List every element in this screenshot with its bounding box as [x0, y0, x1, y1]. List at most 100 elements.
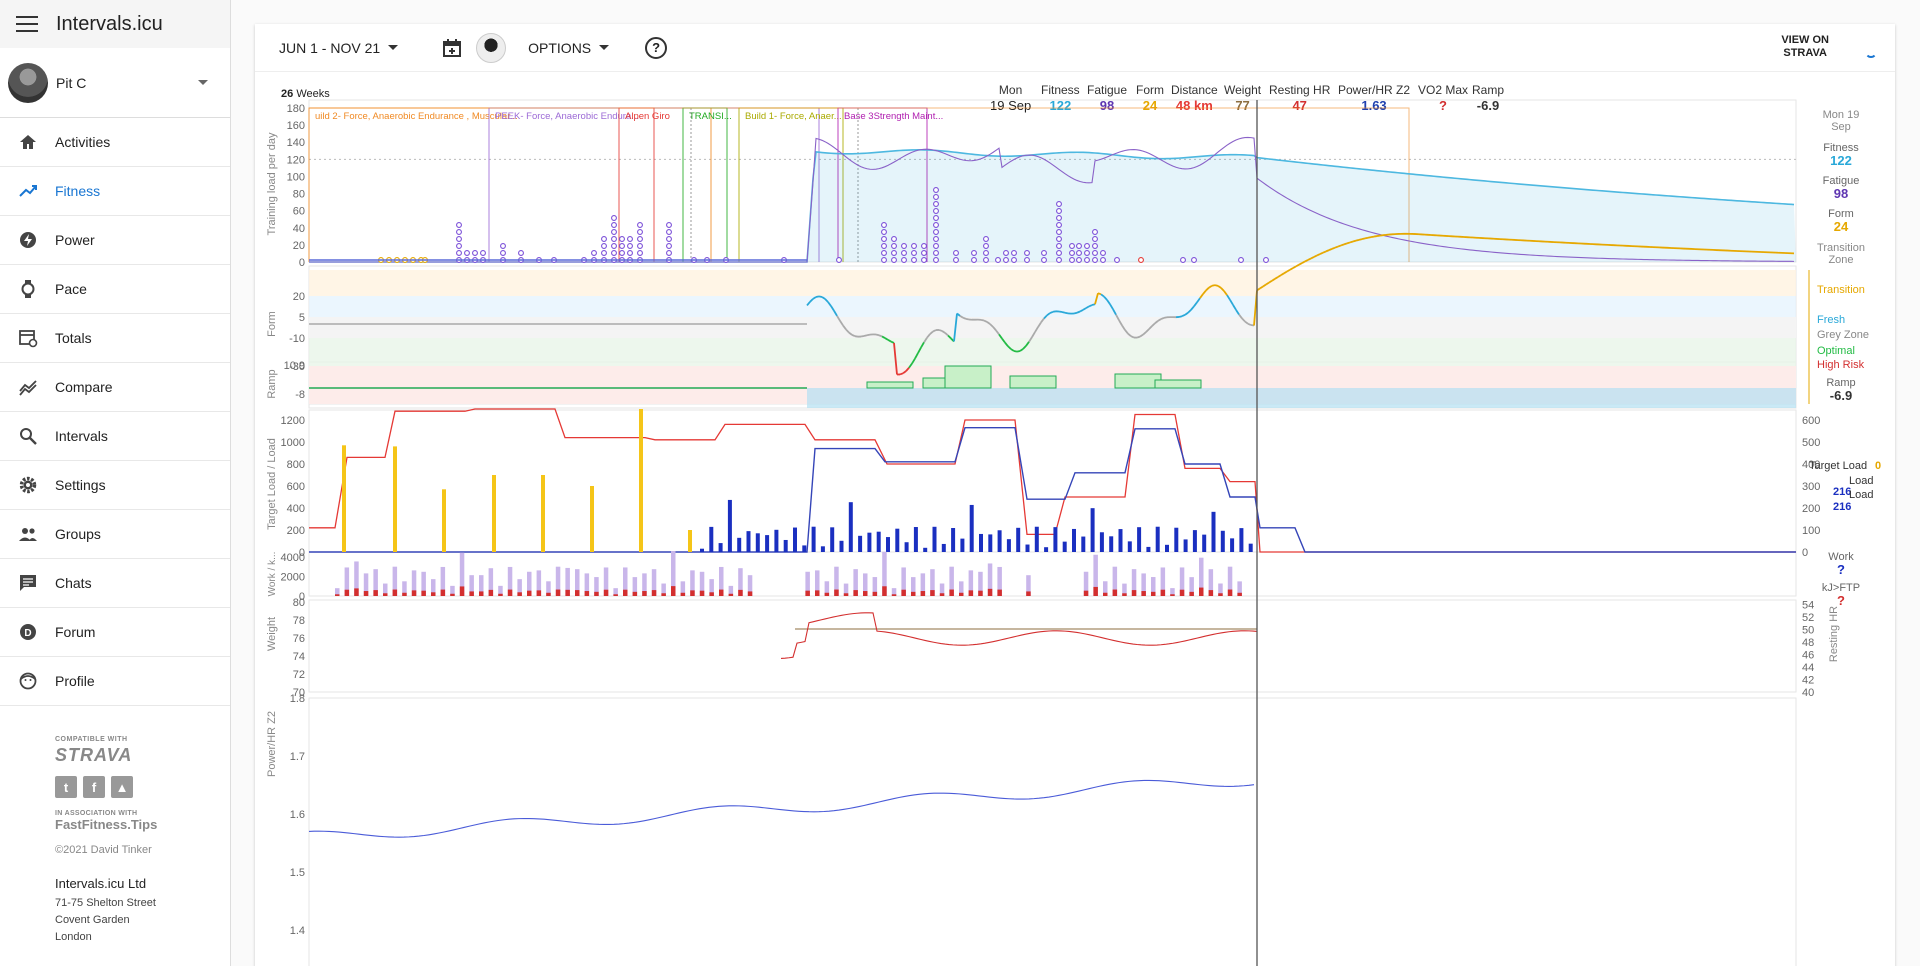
sidebar-item-label: Power	[55, 232, 95, 248]
load-bar	[1183, 539, 1188, 552]
load-bar	[988, 534, 993, 552]
y-tick-label: 80	[293, 597, 305, 609]
load-bar	[1202, 534, 1207, 552]
form-line	[1355, 238, 1360, 242]
kjftp-bar	[863, 591, 868, 596]
load-dot	[472, 250, 478, 256]
form-line	[878, 334, 883, 338]
load-bar	[793, 527, 797, 552]
load-dot	[933, 208, 939, 214]
kjftp-bar	[411, 590, 417, 596]
load-dot	[881, 250, 887, 256]
search-icon	[18, 426, 38, 446]
partner-link[interactable]: FastFitness.Tips	[55, 817, 230, 832]
kjftp-bar	[440, 589, 446, 596]
sidebar-item-settings[interactable]: Settings	[0, 461, 230, 510]
form-line	[1325, 249, 1330, 253]
load-bar	[1072, 528, 1076, 552]
sidebar-item-forum[interactable]: D Forum	[0, 608, 230, 657]
kjftp-bar	[1112, 589, 1118, 596]
load-dot	[627, 243, 633, 249]
load-dot	[881, 229, 887, 235]
sidebar-item-totals[interactable]: Totals	[0, 314, 230, 363]
load-bar	[886, 537, 890, 552]
load-dot	[911, 250, 917, 256]
sidebar-item-groups[interactable]: Groups	[0, 510, 230, 559]
menu-icon[interactable]	[16, 16, 38, 32]
kjftp-bar	[709, 592, 714, 596]
y-tick-label: 140	[287, 137, 305, 149]
right-panel-value: 98	[1834, 186, 1848, 201]
fitness-charts[interactable]: 0 20 40 60 80 100 120 140 160 180 Training load pe…	[255, 24, 1895, 966]
load-dot	[1011, 250, 1017, 256]
load-dot	[637, 243, 643, 249]
load-bar	[1137, 527, 1142, 552]
y-tick-label: 40	[1802, 687, 1814, 699]
user-selector[interactable]: Pit C	[0, 48, 230, 118]
strava-icon[interactable]: ▲	[111, 776, 133, 798]
twitter-icon[interactable]: t	[55, 776, 77, 798]
load-dot	[921, 250, 927, 256]
load-dot	[901, 257, 907, 263]
right-panel-value: Mon 19	[1823, 109, 1860, 121]
sidebar-item-compare[interactable]: Compare	[0, 363, 230, 412]
load-dot	[1180, 257, 1186, 263]
form-line	[818, 295, 823, 298]
form-line	[1136, 335, 1141, 339]
form-line	[1076, 310, 1081, 314]
sidebar-nav: Activities Fitness Power Pace Totals Compare I…	[0, 118, 230, 706]
plan-label: Alpen Giro	[625, 111, 670, 122]
form-line	[1088, 304, 1093, 308]
load-bar	[979, 533, 983, 552]
load-dot	[1056, 243, 1062, 249]
form-line	[1343, 242, 1348, 246]
load-dot	[983, 243, 989, 249]
load-dot	[637, 236, 643, 242]
form-line	[1181, 314, 1186, 318]
y-tick-label: 46	[1802, 650, 1814, 662]
kjftp-bar	[1199, 587, 1204, 596]
load-dot	[921, 243, 927, 249]
load-dot	[881, 222, 887, 228]
y-tick-label: 50	[1802, 625, 1814, 637]
load-dot	[933, 194, 939, 200]
form-line	[983, 319, 988, 323]
target-bar	[342, 445, 346, 552]
sidebar-item-intervals[interactable]: Intervals	[0, 412, 230, 461]
y-axis-label: Resting HR	[1828, 606, 1840, 662]
load-dot	[1084, 243, 1090, 249]
sidebar-item-activities[interactable]: Activities	[0, 118, 230, 167]
y-tick-label: 0	[299, 257, 305, 269]
form-line	[1061, 311, 1066, 314]
right-panel-value: Load	[1849, 475, 1873, 487]
sidebar-item-fitness[interactable]: Fitness	[0, 167, 230, 216]
chevron-down-icon[interactable]	[198, 80, 208, 85]
target-bar	[590, 486, 594, 552]
y-tick-label: 40	[293, 223, 305, 235]
strava-logo[interactable]: STRAVA	[55, 745, 230, 766]
form-line	[1319, 251, 1324, 255]
load-dot	[933, 243, 939, 249]
load-dot	[891, 257, 897, 263]
kjftp-bar	[1093, 586, 1098, 596]
sidebar-item-power[interactable]: Power	[0, 216, 230, 265]
sidebar-item-chats[interactable]: Chats	[0, 559, 230, 608]
kjftp-bar	[1189, 591, 1194, 596]
form-line	[1322, 250, 1327, 254]
y-tick-label: 54	[1802, 600, 1814, 612]
zone-transition	[309, 270, 1796, 296]
facebook-icon[interactable]: f	[83, 776, 105, 798]
sidebar-item-pace[interactable]: Pace	[0, 265, 230, 314]
kjftp-bar	[1227, 589, 1233, 596]
kjftp-bar	[632, 591, 638, 596]
kjftp-bar	[805, 590, 810, 596]
load-bar	[765, 535, 770, 552]
plan-box	[308, 107, 712, 262]
sidebar-item-profile[interactable]: Profile	[0, 657, 230, 706]
load-dot	[1024, 257, 1030, 263]
plan-label: Base 3Strength Maint...	[844, 111, 943, 122]
kjftp-bar	[1179, 589, 1185, 596]
y-tick-label: 44	[1802, 662, 1814, 674]
load-bar	[737, 537, 742, 552]
app-title[interactable]: Intervals.icu	[56, 13, 163, 36]
